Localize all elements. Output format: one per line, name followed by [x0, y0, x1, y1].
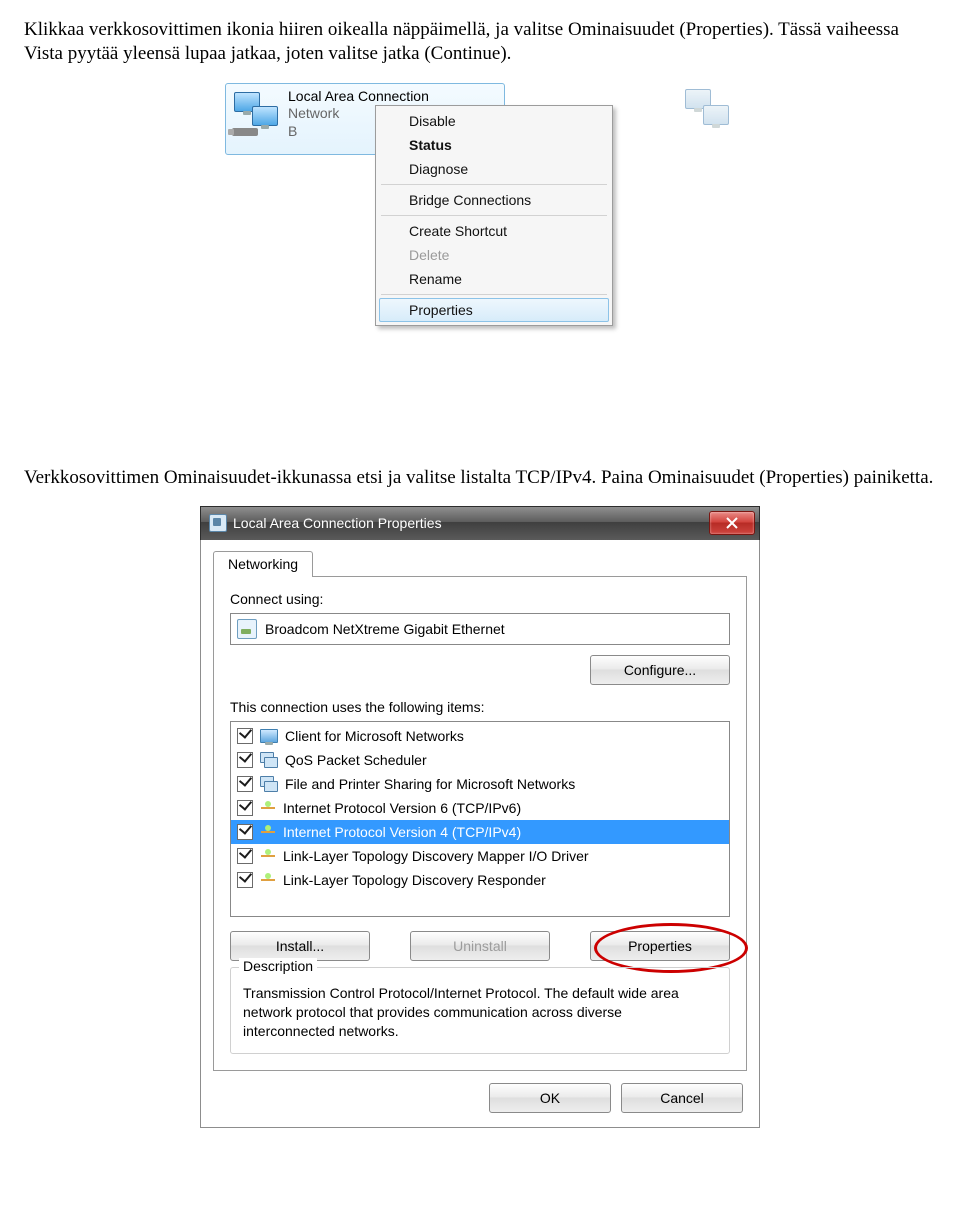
- description-group: Description Transmission Control Protoco…: [230, 967, 730, 1054]
- description-text: Transmission Control Protocol/Internet P…: [243, 984, 717, 1041]
- tab-panel-networking: Connect using: Broadcom NetXtreme Gigabi…: [213, 576, 747, 1071]
- protocol-icon: [260, 873, 276, 887]
- connection-tile-faded: [665, 83, 735, 155]
- list-item[interactable]: Client for Microsoft Networks: [231, 724, 729, 748]
- connect-using-label: Connect using:: [230, 591, 730, 607]
- list-item[interactable]: Link-Layer Topology Discovery Mapper I/O…: [231, 844, 729, 868]
- menu-separator: [381, 215, 607, 216]
- qos-icon: [260, 752, 278, 768]
- protocol-icon: [260, 849, 276, 863]
- checkbox-icon[interactable]: [237, 872, 253, 888]
- menu-item-properties[interactable]: Properties: [379, 298, 609, 322]
- item-label: Link-Layer Topology Discovery Mapper I/O…: [283, 848, 589, 864]
- description-label: Description: [239, 958, 317, 974]
- protocol-icon: [260, 801, 276, 815]
- close-button[interactable]: [709, 511, 755, 535]
- list-item-selected[interactable]: Internet Protocol Version 4 (TCP/IPv4): [231, 820, 729, 844]
- menu-separator: [381, 184, 607, 185]
- menu-item-diagnose[interactable]: Diagnose: [379, 157, 609, 181]
- items-label: This connection uses the following items…: [230, 699, 730, 715]
- list-item[interactable]: Internet Protocol Version 6 (TCP/IPv6): [231, 796, 729, 820]
- close-icon: [726, 517, 738, 529]
- menu-item-disable[interactable]: Disable: [379, 109, 609, 133]
- dialog-title-icon: [209, 514, 227, 532]
- item-label: Internet Protocol Version 6 (TCP/IPv6): [283, 800, 521, 816]
- paragraph-1: Klikkaa verkkosovittimen ikonia hiiren o…: [24, 18, 936, 67]
- item-label: QoS Packet Scheduler: [285, 752, 427, 768]
- adapter-field: Broadcom NetXtreme Gigabit Ethernet: [230, 613, 730, 645]
- item-label: Link-Layer Topology Discovery Responder: [283, 872, 546, 888]
- nic-icon: [237, 619, 257, 639]
- properties-button[interactable]: Properties: [590, 931, 730, 961]
- menu-item-bridge[interactable]: Bridge Connections: [379, 188, 609, 212]
- items-list[interactable]: Client for Microsoft Networks QoS Packet…: [230, 721, 730, 917]
- dialog-footer: OK Cancel: [213, 1071, 747, 1117]
- network-adapter-icon: [232, 88, 280, 136]
- checkbox-icon[interactable]: [237, 752, 253, 768]
- item-label: Client for Microsoft Networks: [285, 728, 464, 744]
- list-item[interactable]: Link-Layer Topology Discovery Responder: [231, 868, 729, 892]
- configure-button[interactable]: Configure...: [590, 655, 730, 685]
- checkbox-icon[interactable]: [237, 728, 253, 744]
- screenshot-properties-dialog: Local Area Connection Properties Network…: [200, 506, 760, 1128]
- cancel-button[interactable]: Cancel: [621, 1083, 743, 1113]
- menu-item-delete: Delete: [379, 243, 609, 267]
- dialog-title-text: Local Area Connection Properties: [233, 515, 442, 531]
- item-label: File and Printer Sharing for Microsoft N…: [285, 776, 575, 792]
- list-item[interactable]: File and Printer Sharing for Microsoft N…: [231, 772, 729, 796]
- menu-item-create-shortcut[interactable]: Create Shortcut: [379, 219, 609, 243]
- checkbox-icon[interactable]: [237, 848, 253, 864]
- list-item[interactable]: QoS Packet Scheduler: [231, 748, 729, 772]
- fileprint-icon: [260, 776, 278, 792]
- screenshot-context-menu: Local Area Connection Network B Disable …: [225, 83, 735, 448]
- ok-button[interactable]: OK: [489, 1083, 611, 1113]
- dialog-body: Networking Connect using: Broadcom NetXt…: [200, 540, 760, 1128]
- tab-networking[interactable]: Networking: [213, 551, 313, 577]
- adapter-name: Broadcom NetXtreme Gigabit Ethernet: [265, 621, 505, 637]
- item-label: Internet Protocol Version 4 (TCP/IPv4): [283, 824, 521, 840]
- menu-separator: [381, 294, 607, 295]
- client-icon: [260, 729, 278, 743]
- dialog-titlebar: Local Area Connection Properties: [200, 506, 760, 540]
- paragraph-2: Verkkosovittimen Ominaisuudet-ikkunassa …: [24, 466, 936, 490]
- context-menu: Disable Status Diagnose Bridge Connectio…: [375, 105, 613, 326]
- menu-item-status[interactable]: Status: [379, 133, 609, 157]
- protocol-icon: [260, 825, 276, 839]
- uninstall-button: Uninstall: [410, 931, 550, 961]
- connection-title: Local Area Connection: [288, 88, 429, 106]
- install-button[interactable]: Install...: [230, 931, 370, 961]
- menu-item-rename[interactable]: Rename: [379, 267, 609, 291]
- checkbox-icon[interactable]: [237, 824, 253, 840]
- checkbox-icon[interactable]: [237, 800, 253, 816]
- checkbox-icon[interactable]: [237, 776, 253, 792]
